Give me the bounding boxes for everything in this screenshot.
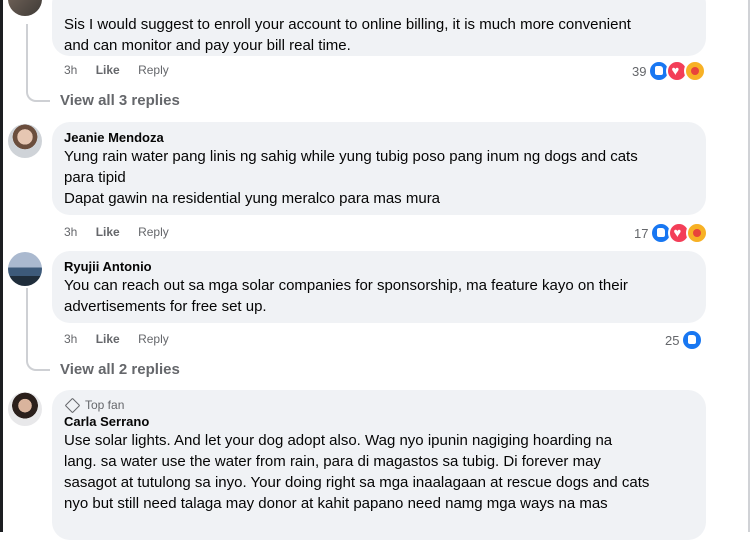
comment-time[interactable]: 3h xyxy=(64,332,77,346)
reply-thread-line xyxy=(26,288,50,371)
like-button[interactable]: Like xyxy=(96,63,120,77)
comment-bubble: Ryujii Antonio You can reach out sa mga … xyxy=(52,251,706,323)
reaction-count: 25 xyxy=(665,332,680,348)
avatar[interactable] xyxy=(8,392,42,426)
comment-actions: 3h Like Reply xyxy=(64,224,184,240)
avatar[interactable] xyxy=(8,0,42,16)
comment-text: You can reach out sa mga solar companies… xyxy=(64,277,628,315)
comment-time[interactable]: 3h xyxy=(64,63,77,77)
like-icon xyxy=(681,329,704,351)
comment-author[interactable]: Jeanie Mendoza xyxy=(64,129,694,146)
reaction-count: 39 xyxy=(632,63,647,79)
like-button[interactable]: Like xyxy=(96,332,120,346)
reply-thread-line xyxy=(26,24,50,102)
reply-button[interactable]: Reply xyxy=(138,332,169,346)
top-fan-badge: Top fan xyxy=(64,397,694,413)
comment-actions: 3h Like Reply xyxy=(64,331,184,347)
avatar[interactable] xyxy=(8,124,42,158)
comment-bubble: Jeanie Mendoza Yung rain water pang lini… xyxy=(52,122,706,215)
comment-actions: 3h Like Reply xyxy=(64,62,184,78)
comment-text: Sis I would suggest to enroll your accou… xyxy=(64,16,631,54)
diamond-icon xyxy=(64,397,81,413)
view-replies-link[interactable]: View all 3 replies xyxy=(60,91,180,111)
comment-time[interactable]: 3h xyxy=(64,225,77,239)
comment-text: Use solar lights. And let your dog adopt… xyxy=(64,432,650,512)
reply-button[interactable]: Reply xyxy=(138,63,169,77)
reply-button[interactable]: Reply xyxy=(138,225,169,239)
comment-bubble: Top fan Carla Serrano Use solar lights. … xyxy=(52,390,706,540)
like-button[interactable]: Like xyxy=(96,225,120,239)
avatar[interactable] xyxy=(8,252,42,286)
view-replies-link[interactable]: View all 2 replies xyxy=(60,360,180,380)
reaction-summary[interactable]: 39 xyxy=(632,60,707,82)
comment-author[interactable]: Carla Serrano xyxy=(64,413,694,430)
care-icon xyxy=(686,222,709,244)
comment-text: Yung rain water pang linis ng sahig whil… xyxy=(64,148,638,207)
top-fan-label: Top fan xyxy=(85,398,125,412)
comment-bubble: Sis I would suggest to enroll your accou… xyxy=(52,0,706,56)
care-icon xyxy=(684,60,707,82)
reaction-summary[interactable]: 25 xyxy=(665,329,704,351)
window-left-edge xyxy=(0,0,3,532)
reaction-count: 17 xyxy=(634,225,649,241)
comment-author[interactable]: Ryujii Antonio xyxy=(64,258,694,275)
reaction-summary[interactable]: 17 xyxy=(634,222,709,244)
